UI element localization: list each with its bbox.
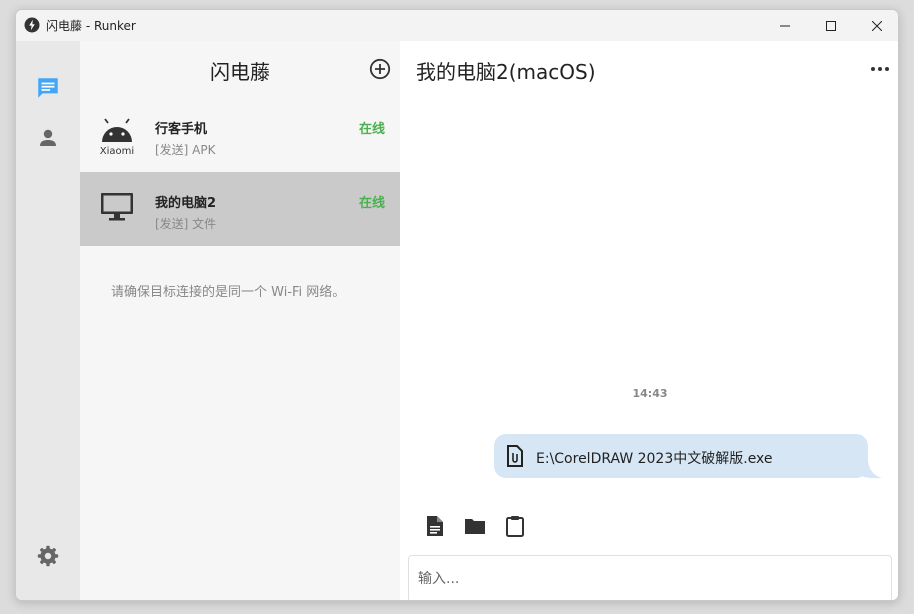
chat-title: 我的电脑2(macOS) <box>416 60 596 84</box>
rail-chat-button[interactable] <box>32 72 64 104</box>
more-options-button[interactable] <box>868 57 892 81</box>
device-name: 我的电脑2 <box>155 196 217 211</box>
device-last-message: [发送] 文件 <box>155 217 217 231</box>
message-input[interactable] <box>408 555 892 600</box>
message-bubble[interactable]: E:\CorelDRAW 2023中文破解版.exe <box>494 434 868 478</box>
minimize-button[interactable] <box>762 10 808 41</box>
rail-settings-button[interactable] <box>32 540 64 572</box>
device-name: 行客手机 <box>155 122 208 137</box>
device-model: Xiaomi <box>99 146 135 157</box>
android-icon <box>98 116 136 146</box>
clipboard-icon <box>506 516 524 537</box>
rail-contacts-button[interactable] <box>32 122 64 154</box>
app-logo-icon <box>24 17 40 33</box>
settings-icon <box>37 545 59 567</box>
chat-pane: 我的电脑2(macOS) 14:43 E:\CorelDRAW 2023中文破解… <box>400 41 898 600</box>
app-window: 闪电藤 - Runker 闪电藤 Xiaomi 行客手机 在线 [发送] APK… <box>15 9 899 601</box>
message-timestamp: 14:43 <box>632 387 668 400</box>
attachment-file-icon <box>507 445 523 467</box>
list-header: 闪电藤 <box>80 41 400 97</box>
device-item-phone[interactable]: Xiaomi 行客手机 在线 [发送] APK <box>80 98 400 172</box>
device-list-pane: 闪电藤 Xiaomi 行客手机 在线 [发送] APK 我的电脑2 在线 [发送… <box>80 41 400 600</box>
more-options-icon <box>871 67 889 71</box>
close-icon <box>872 20 882 31</box>
send-document-button[interactable] <box>422 513 448 539</box>
close-button[interactable] <box>854 10 898 41</box>
maximize-icon <box>826 20 836 31</box>
minimize-icon <box>780 25 790 26</box>
contacts-icon <box>40 129 56 146</box>
device-last-message: [发送] APK <box>155 143 216 157</box>
send-folder-button[interactable] <box>462 513 488 539</box>
nav-rail <box>16 41 80 600</box>
message-text: E:\CorelDRAW 2023中文破解版.exe <box>536 451 773 467</box>
add-device-icon[interactable] <box>368 57 392 81</box>
device-status: 在线 <box>358 122 385 137</box>
device-status: 在线 <box>358 196 385 211</box>
maximize-button[interactable] <box>808 10 854 41</box>
document-icon <box>427 516 443 536</box>
title-bar: 闪电藤 - Runker <box>16 10 898 41</box>
monitor-icon <box>98 192 136 222</box>
list-title: 闪电藤 <box>210 60 270 84</box>
folder-icon <box>465 519 485 534</box>
chat-icon <box>38 78 58 98</box>
device-item-computer[interactable]: 我的电脑2 在线 [发送] 文件 <box>80 172 400 246</box>
window-title: 闪电藤 - Runker <box>46 19 136 33</box>
wifi-hint: 请确保目标连接的是同一个 Wi-Fi 网络。 <box>111 285 346 300</box>
send-clipboard-button[interactable] <box>502 513 528 539</box>
